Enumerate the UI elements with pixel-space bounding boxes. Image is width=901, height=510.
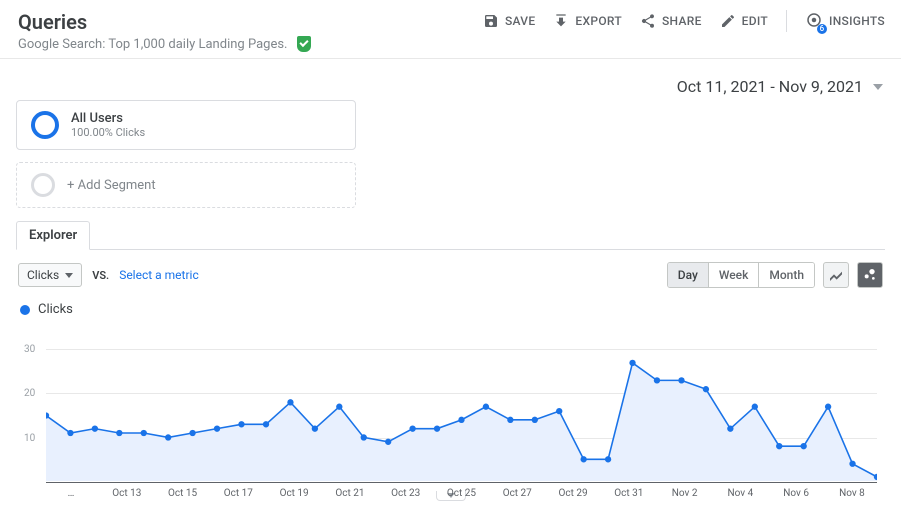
segment-ring-icon (31, 111, 59, 139)
page-subtitle: Google Search: Top 1,000 daily Landing P… (18, 37, 287, 52)
metric-dropdown[interactable]: Clicks (18, 263, 82, 287)
segment-label: All Users (71, 111, 145, 126)
x-ticks: … Oct 13 Oct 15 Oct 17 Oct 19 Oct 21 Oct 23 Oct… (46, 488, 877, 499)
divider (786, 10, 787, 32)
segment-all-users[interactable]: All Users 100.00% Clicks (16, 100, 356, 150)
tab-strip: Explorer (16, 220, 885, 250)
tab-explorer[interactable]: Explorer (16, 221, 90, 250)
shield-verified-icon (297, 36, 311, 52)
x-tick: Oct 29 (548, 488, 598, 499)
save-button[interactable]: SAVE (483, 13, 535, 29)
x-tick: Oct 25 (436, 488, 486, 499)
header-actions: SAVE EXPORT SHARE EDIT 6 INSIGHTS (483, 10, 885, 32)
title-block: Queries Google Search: Top 1,000 daily L… (18, 10, 311, 52)
edit-button[interactable]: EDIT (720, 13, 768, 29)
add-segment-button[interactable]: + Add Segment (16, 162, 356, 208)
x-tick: Oct 27 (492, 488, 542, 499)
add-segment-label: + Add Segment (67, 178, 156, 193)
share-icon (640, 13, 656, 29)
chart-controls: Clicks VS. Select a metric Day Week Mont… (16, 250, 885, 292)
x-tick: Oct 13 (102, 488, 152, 499)
series-legend: Clicks (16, 292, 885, 323)
page-subtitle-row: Google Search: Top 1,000 daily Landing P… (18, 36, 311, 52)
bubble-chart-icon (862, 267, 878, 283)
legend-dot-icon (20, 305, 30, 315)
x-tick: Nov 6 (771, 488, 821, 499)
x-tick: Oct 15 (158, 488, 208, 499)
line-chart (46, 323, 877, 481)
x-tick: Oct 21 (325, 488, 375, 499)
insights-badge: 6 (817, 24, 827, 34)
insights-button[interactable]: 6 INSIGHTS (805, 11, 885, 32)
page-header: Queries Google Search: Top 1,000 daily L… (0, 0, 901, 59)
line-chart-icon (828, 267, 844, 283)
granularity-toggle: Day Week Month (667, 262, 815, 288)
granularity-month[interactable]: Month (759, 263, 814, 287)
x-tick: Nov 2 (660, 488, 710, 499)
insights-icon: 6 (805, 11, 823, 32)
pencil-icon (720, 13, 736, 29)
vs-label: VS. (92, 269, 109, 282)
download-icon (553, 13, 569, 29)
x-axis (46, 482, 877, 483)
x-tick: Oct 23 (381, 488, 431, 499)
legend-label: Clicks (38, 302, 73, 317)
empty-circle-icon (31, 173, 55, 197)
segment-sublabel: 100.00% Clicks (71, 126, 145, 139)
x-tick: Nov 8 (827, 488, 877, 499)
save-icon (483, 13, 499, 29)
x-tick: Oct 19 (269, 488, 319, 499)
chevron-down-icon (873, 84, 883, 90)
share-button[interactable]: SHARE (640, 13, 702, 29)
select-metric-link[interactable]: Select a metric (119, 268, 199, 282)
granularity-day[interactable]: Day (668, 263, 709, 287)
x-tick: … (46, 488, 96, 499)
x-tick: Oct 31 (604, 488, 654, 499)
date-range-picker[interactable]: Oct 11, 2021 - Nov 9, 2021 (677, 77, 883, 96)
chart-type-motion-button[interactable] (857, 262, 883, 288)
granularity-week[interactable]: Week (709, 263, 760, 287)
chevron-down-icon (65, 273, 73, 278)
x-tick: Nov 4 (715, 488, 765, 499)
export-button[interactable]: EXPORT (553, 13, 622, 29)
chart-area: 30 20 10 …Oct 13Oct 15Oct 17Oct 19Oct 21… (20, 323, 881, 483)
x-tick: Oct 17 (213, 488, 263, 499)
chart-type-line-button[interactable] (823, 262, 849, 288)
page-title: Queries (18, 10, 87, 34)
